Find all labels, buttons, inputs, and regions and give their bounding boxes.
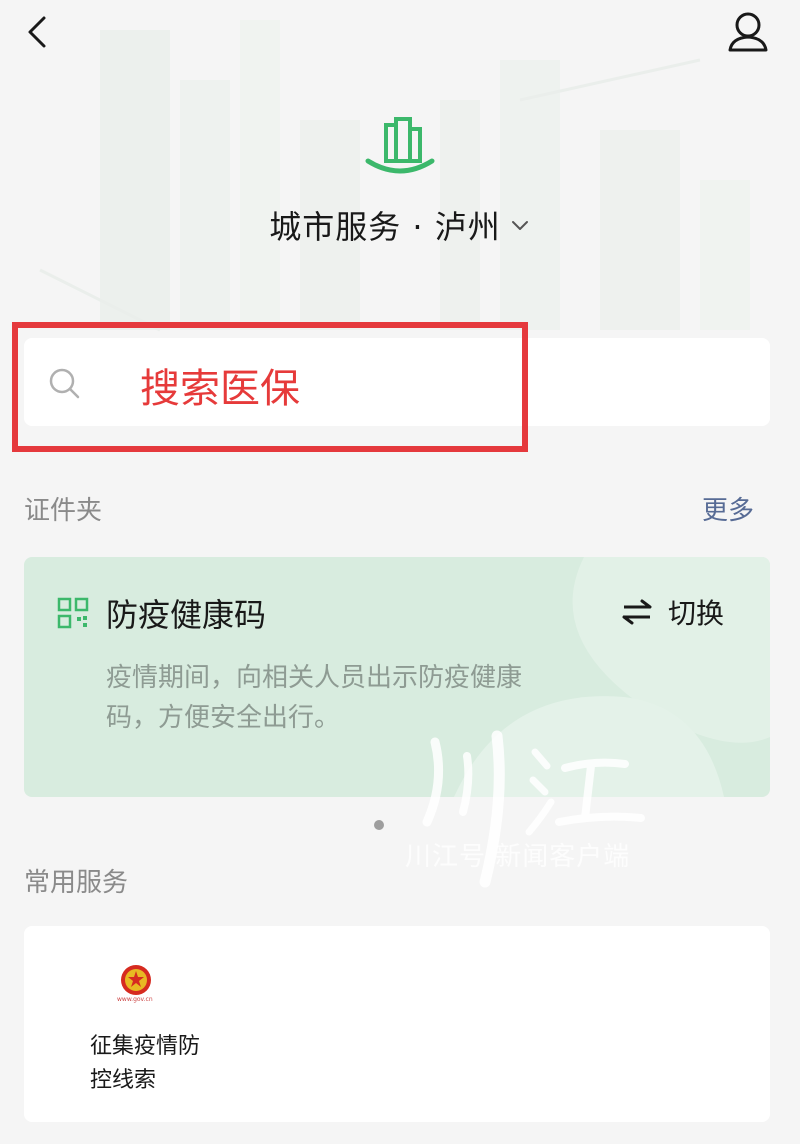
search-bar[interactable] (24, 338, 770, 426)
user-icon (728, 12, 768, 52)
city-selector[interactable]: 城市服务 · 泸州 (0, 200, 800, 250)
back-button[interactable] (14, 10, 62, 58)
credentials-section-label: 证件夹 (24, 496, 103, 526)
switch-button[interactable]: 切换 (620, 588, 740, 636)
health-code-title: 防疫健康码 (106, 596, 267, 634)
service-item-label: 征集疫情防控线索 (90, 1034, 201, 1093)
services-section-label: 常用服务 (24, 868, 129, 898)
watermark-subtitle: 川江号 新闻客户端 (405, 842, 631, 872)
city-building-icon (365, 117, 435, 174)
back-arrow-icon (28, 16, 46, 48)
chevron-down-icon (511, 221, 528, 230)
city-title: 城市服务 · 泸州 (269, 208, 501, 246)
health-code-description: 疫情期间，向相关人员出示防疫健康码，方便安全出行。 (106, 663, 523, 733)
qr-code-icon (57, 597, 89, 629)
page-indicator-dot (374, 820, 384, 830)
more-link[interactable]: 更多 (702, 490, 754, 527)
emblem-url-text: www.gov.cn (117, 996, 153, 1003)
profile-button[interactable] (720, 8, 776, 58)
switch-label: 切换 (668, 597, 725, 630)
switch-arrows-icon (622, 599, 652, 625)
search-icon (49, 368, 80, 399)
search-query-text[interactable]: 搜索医保 (140, 356, 300, 414)
